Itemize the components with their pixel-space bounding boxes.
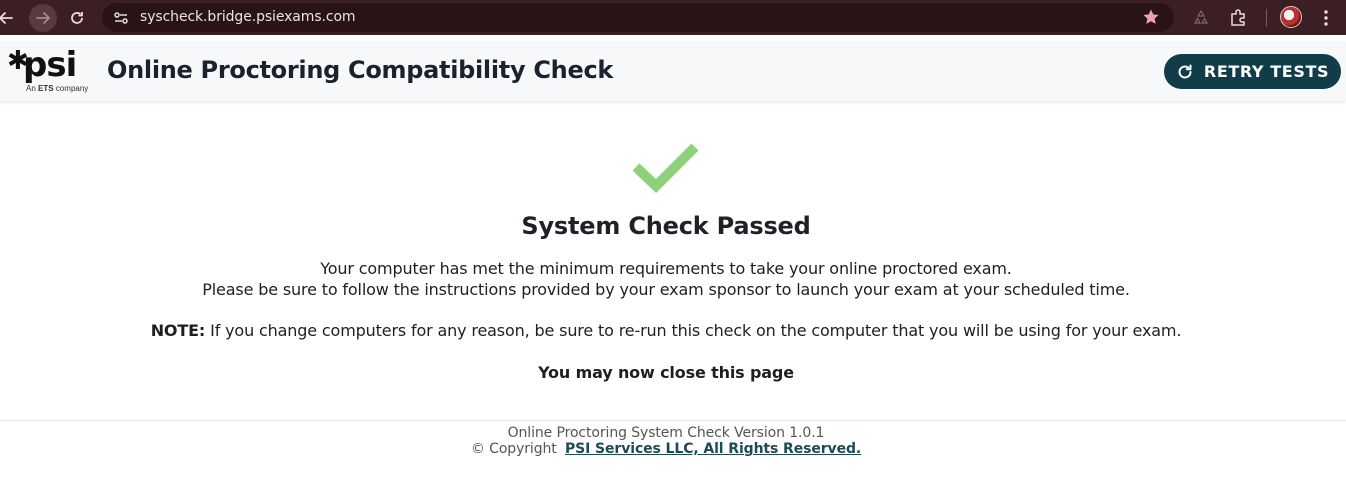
note-label: NOTE: <box>150 321 206 340</box>
retry-tests-button[interactable]: RETRY TESTS <box>1164 54 1341 89</box>
forward-arrow-icon <box>36 12 51 24</box>
success-check-icon <box>632 143 699 193</box>
bookmark-star-icon[interactable] <box>1142 8 1160 26</box>
address-bar[interactable]: syscheck.bridge.psiexams.com <box>102 3 1174 32</box>
psi-logo: ✱ psi An ETS company <box>6 47 96 97</box>
toolbar-divider <box>1266 9 1267 27</box>
recycle-extension-button[interactable] <box>1189 6 1213 30</box>
kebab-menu-icon <box>1324 10 1328 26</box>
page-header: ✱ psi An ETS company Online Proctoring C… <box>0 41 1346 101</box>
close-page-message: You may now close this page <box>538 363 794 382</box>
message-line-2: Please be sure to follow the instruction… <box>202 280 1130 299</box>
message-line-1: Your computer has met the minimum requir… <box>320 259 1012 278</box>
note-body: If you change computers for any reason, … <box>205 321 1182 340</box>
site-settings-icon[interactable] <box>112 9 130 27</box>
version-text: Online Proctoring System Check Version 1… <box>507 425 825 441</box>
copyright-prefix: © Copyright <box>470 441 557 457</box>
logo-tagline: An ETS company <box>26 84 89 93</box>
note-text: NOTE: If you change computers for any re… <box>0 321 1332 340</box>
puzzle-icon <box>1231 9 1245 26</box>
reload-icon <box>71 12 83 24</box>
back-arrow-icon <box>0 12 13 24</box>
profile-avatar[interactable] <box>1280 6 1302 28</box>
recycle-icon <box>1193 9 1209 24</box>
logo-wordmark: psi <box>23 45 77 85</box>
copyright-text: © Copyright PSI Services LLC, All Rights… <box>0 441 1332 457</box>
psi-services-link[interactable]: PSI Services LLC, All Rights Reserved. <box>565 441 861 457</box>
browser-toolbar: syscheck.bridge.psiexams.com <box>0 0 1346 35</box>
retry-tests-label: RETRY TESTS <box>1203 62 1330 81</box>
back-button[interactable] <box>0 6 18 30</box>
page-title: Online Proctoring Compatibility Check <box>107 56 614 84</box>
browser-menu-button[interactable] <box>1314 6 1338 30</box>
status-heading: System Check Passed <box>521 212 811 240</box>
refresh-icon <box>1178 64 1192 78</box>
forward-button[interactable] <box>29 4 57 32</box>
extensions-button[interactable] <box>1226 6 1250 30</box>
footer-divider <box>0 420 1346 421</box>
reload-button[interactable] <box>65 6 89 30</box>
url-text[interactable]: syscheck.bridge.psiexams.com <box>140 9 356 25</box>
